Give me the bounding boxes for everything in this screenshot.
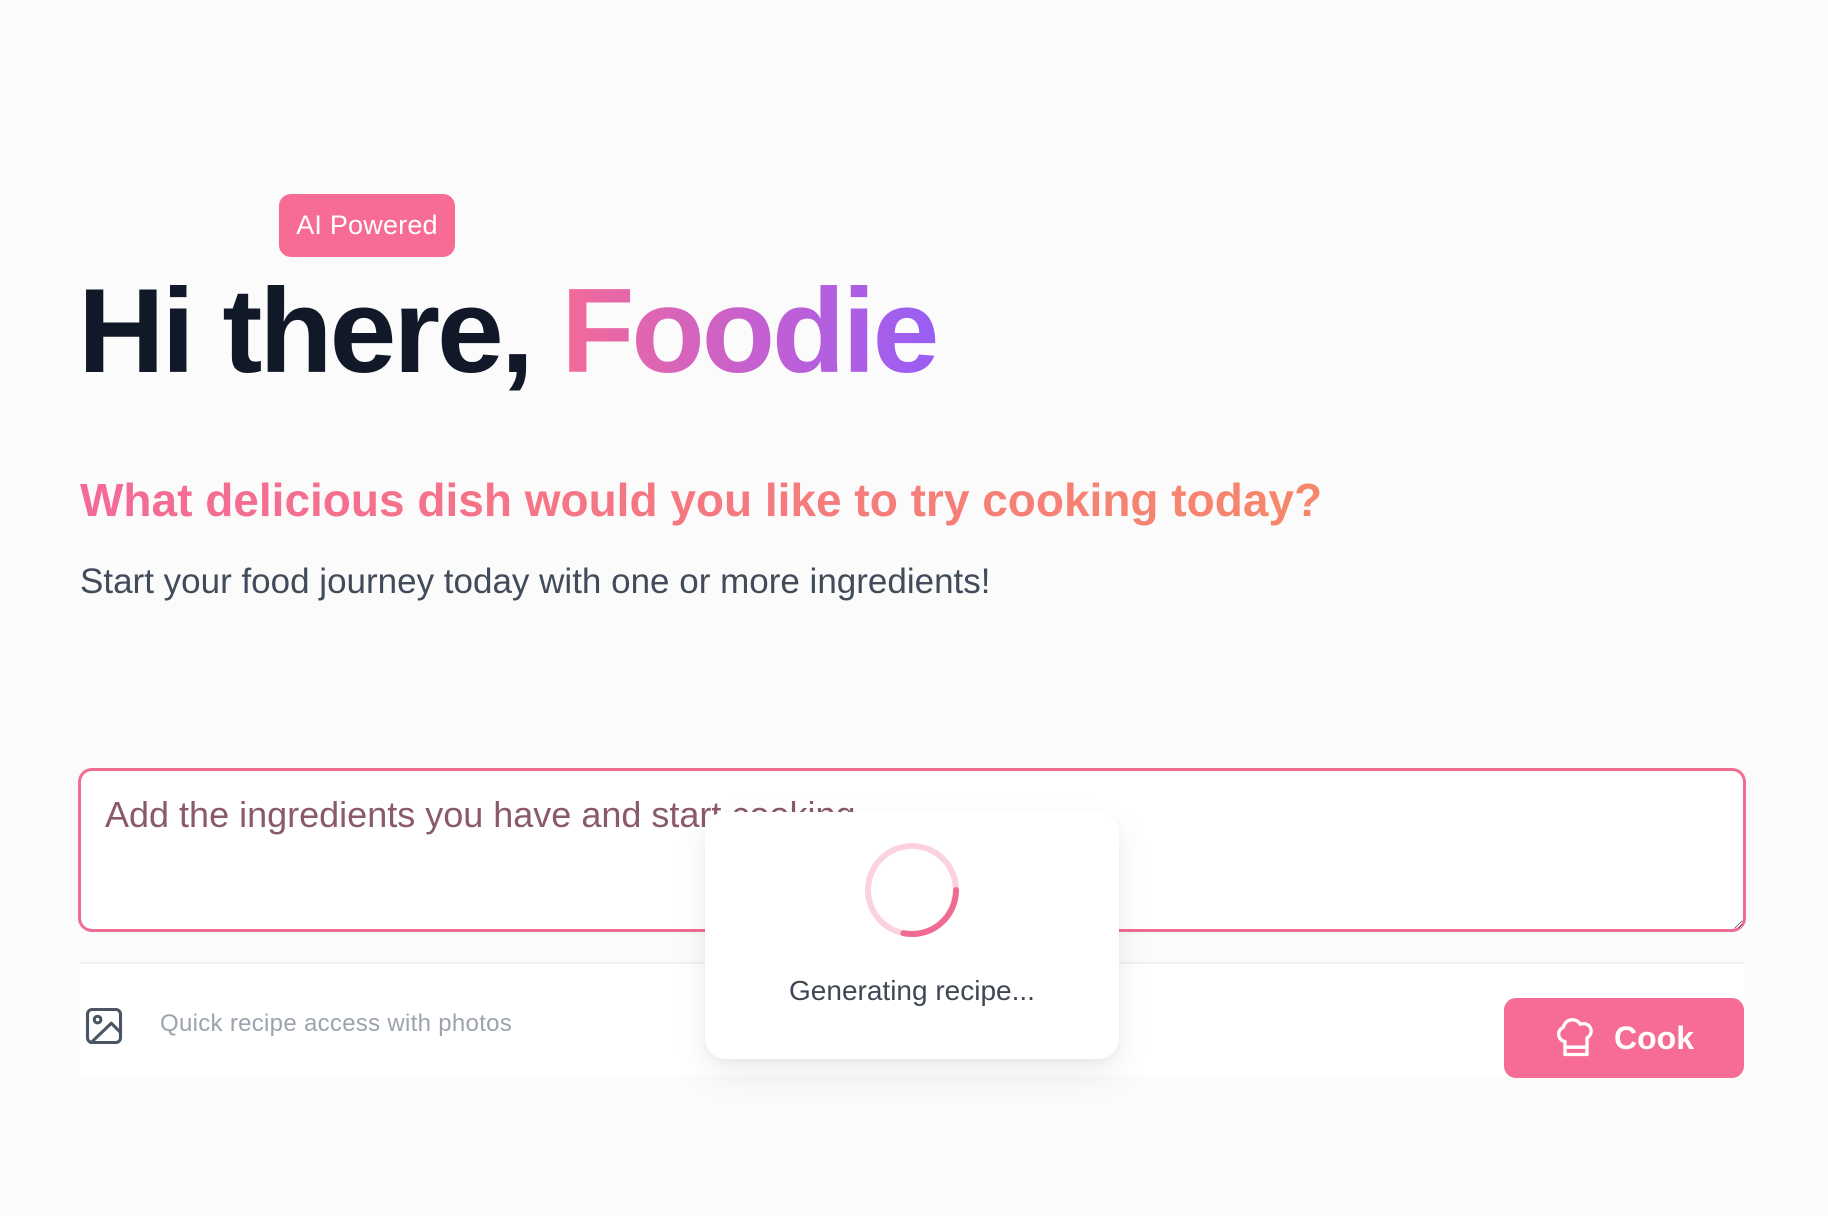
image-icon <box>85 1007 123 1045</box>
cook-button[interactable]: Cook <box>1504 998 1744 1078</box>
page-title: Hi there, Foodie <box>78 256 939 406</box>
page-subheadline: What delicious dish would you like to tr… <box>80 470 1322 530</box>
photo-upload-button[interactable] <box>80 1002 128 1050</box>
loading-text: Generating recipe... <box>789 975 1035 1006</box>
loading-dialog: Generating recipe... <box>705 812 1119 1059</box>
greeting-text: Hi there, <box>78 264 534 398</box>
chef-hat-icon <box>1557 1018 1593 1057</box>
page-tagline: Start your food journey today with one o… <box>80 562 991 601</box>
cook-button-label: Cook <box>1614 1019 1694 1056</box>
spinner-icon <box>865 843 959 937</box>
photo-upload-hint: Quick recipe access with photos <box>160 1010 513 1037</box>
user-name: Foodie <box>561 264 939 398</box>
ai-powered-badge: AI Powered <box>279 194 455 257</box>
